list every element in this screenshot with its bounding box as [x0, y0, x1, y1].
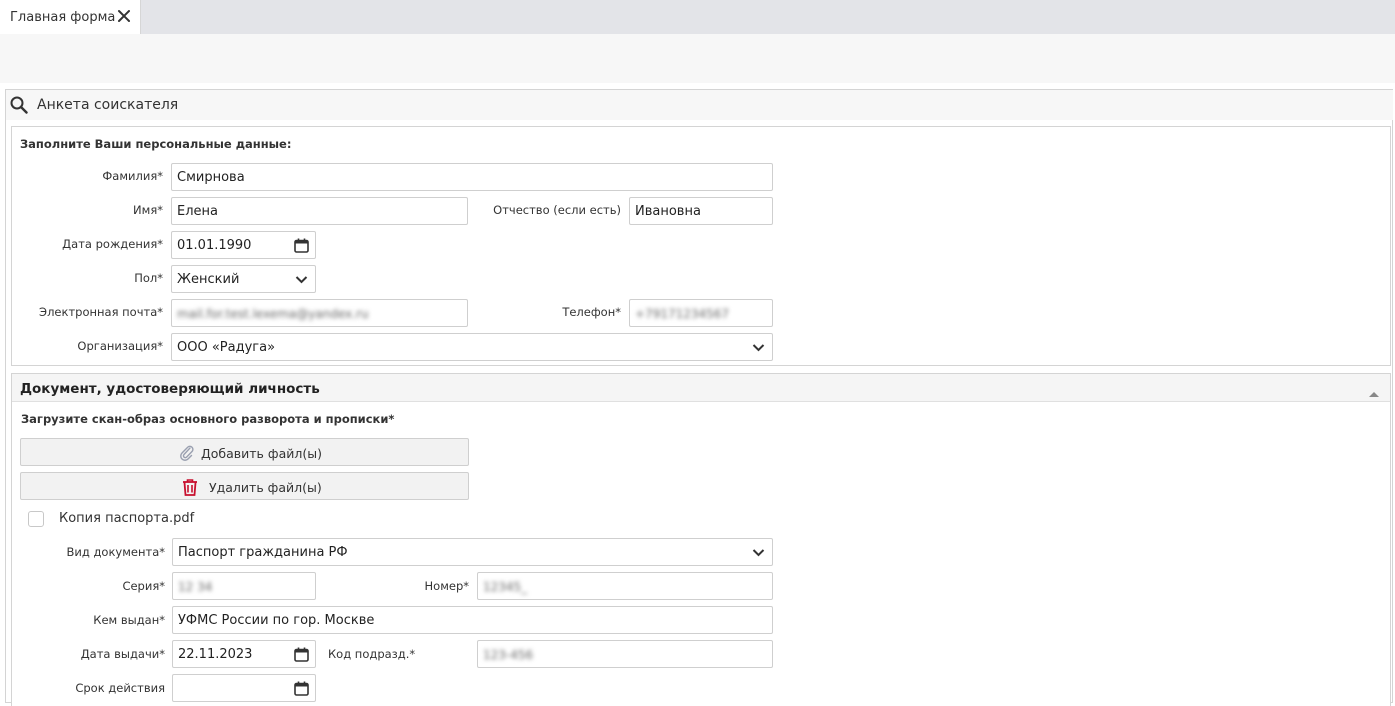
tab-title: Главная форма	[10, 10, 116, 25]
patronymic-label: Отчество (если есть)	[493, 203, 621, 217]
chevron-down-icon	[294, 272, 309, 287]
email-label: Электронная почта*	[39, 305, 163, 319]
personal-data-heading: Заполните Ваши персональные данные:	[20, 137, 292, 151]
name-input[interactable]: Елена	[171, 197, 468, 225]
tab-bar	[0, 0, 1395, 34]
series-label: Серия*	[122, 579, 165, 593]
toolbar-area	[0, 34, 1395, 83]
patronymic-input[interactable]: Ивановна	[629, 197, 773, 225]
doc-type-label: Вид документа*	[66, 545, 165, 559]
number-input[interactable]: 12345_	[477, 572, 773, 600]
trash-icon	[181, 478, 199, 496]
chevron-up-icon[interactable]	[1368, 383, 1380, 397]
upload-heading: Загрузите скан-образ основного разворота…	[21, 412, 395, 426]
issue-date-label: Дата выдачи*	[80, 647, 165, 661]
calendar-icon[interactable]	[294, 681, 309, 696]
name-label: Имя*	[133, 203, 163, 217]
surname-label: Фамилия*	[102, 169, 163, 183]
gender-select[interactable]: Женский	[171, 265, 316, 293]
delete-files-button[interactable]: Удалить файл(ы)	[20, 472, 469, 500]
search-icon[interactable]	[10, 96, 28, 114]
identity-document-title: Документ, удостоверяющий личность	[20, 381, 320, 397]
birthdate-label: Дата рождения*	[62, 237, 163, 251]
issued-by-input[interactable]: УФМС России по гор. Москве	[172, 606, 773, 634]
calendar-icon[interactable]	[294, 238, 309, 253]
phone-input[interactable]: +79171234567	[629, 299, 773, 327]
number-label: Номер*	[424, 579, 469, 593]
organization-label: Организация*	[77, 339, 163, 353]
email-input[interactable]: mail.for.test.lexema@yandex.ru	[171, 299, 468, 327]
add-files-button[interactable]: Добавить файл(ы)	[20, 438, 469, 466]
dept-code-label: Код подразд.*	[328, 647, 416, 661]
gender-label: Пол*	[134, 271, 163, 285]
series-input[interactable]: 12 34	[172, 572, 316, 600]
issued-by-label: Кем выдан*	[93, 613, 165, 627]
close-icon[interactable]	[116, 8, 132, 24]
valid-until-input[interactable]	[172, 674, 316, 702]
calendar-icon[interactable]	[294, 647, 309, 662]
surname-input[interactable]: Смирнова	[171, 163, 773, 191]
phone-label: Телефон*	[562, 305, 621, 319]
panel-header	[6, 90, 1393, 120]
doc-type-select[interactable]: Паспорт гражданина РФ	[172, 538, 773, 566]
issue-date-input[interactable]: 22.11.2023	[172, 640, 316, 668]
birthdate-input[interactable]: 01.01.1990	[171, 231, 316, 259]
dept-code-input[interactable]: 123-456	[477, 640, 773, 668]
valid-until-label: Срок действия	[75, 681, 165, 695]
organization-select[interactable]: ООО «Радуга»	[171, 333, 773, 361]
panel-title: Анкета соискателя	[37, 97, 179, 113]
chevron-down-icon	[751, 545, 766, 560]
paperclip-icon	[179, 445, 195, 461]
chevron-down-icon	[751, 340, 766, 355]
file-name: Копия паспорта.pdf	[59, 511, 195, 526]
file-checkbox[interactable]	[28, 511, 44, 527]
